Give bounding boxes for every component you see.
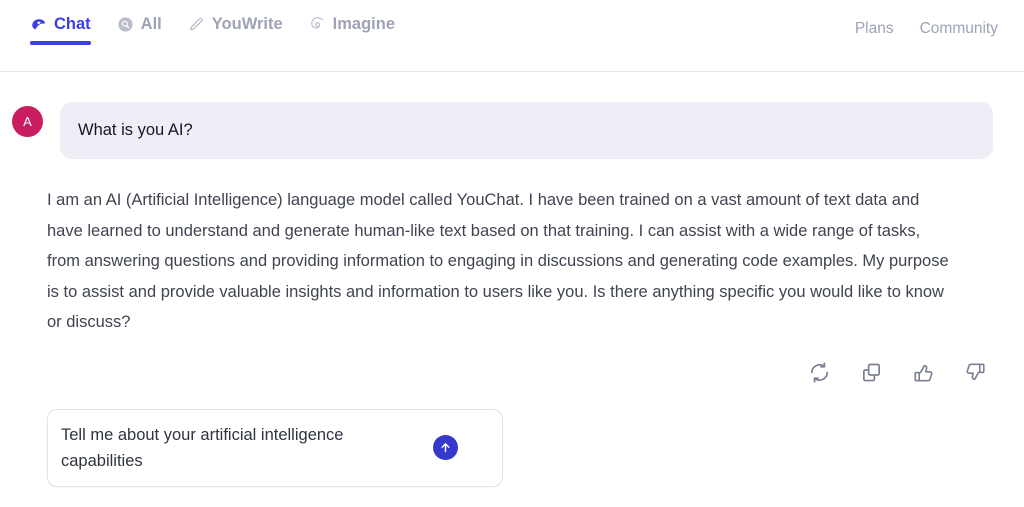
nav-community[interactable]: Community — [920, 20, 998, 38]
tab-imagine[interactable]: Imagine — [309, 16, 395, 47]
message-composer[interactable]: Tell me about your artificial intelligen… — [47, 408, 503, 488]
conversation-thread: A What is you AI? I am an AI (Artificial… — [0, 72, 1024, 488]
user-message-text: What is you AI? — [78, 120, 193, 139]
primary-tabs: Chat All YouWrite Imagine — [0, 0, 395, 47]
tab-all-label: All — [140, 15, 162, 34]
tab-youwrite[interactable]: YouWrite — [188, 16, 283, 47]
assistant-message-text: I am an AI (Artificial Intelligence) lan… — [47, 191, 949, 332]
tab-all[interactable]: All — [117, 16, 162, 47]
tab-youwrite-label: YouWrite — [211, 15, 283, 34]
tab-chat[interactable]: Chat — [30, 16, 91, 47]
user-message-bubble: What is you AI? — [60, 102, 993, 159]
spiral-icon — [309, 16, 326, 33]
thumbs-up-icon — [913, 365, 933, 382]
dislike-button[interactable] — [960, 358, 990, 388]
app-header: Chat All YouWrite Imagine Plans Communit… — [0, 0, 1024, 72]
message-actions — [0, 338, 1024, 388]
user-message-row: A What is you AI? — [0, 72, 1024, 159]
composer-area: Tell me about your artificial intelligen… — [0, 388, 1024, 488]
copy-icon — [862, 363, 880, 382]
send-button[interactable] — [433, 435, 458, 461]
tab-imagine-label: Imagine — [332, 15, 396, 34]
regenerate-button[interactable] — [804, 358, 834, 388]
pencil-icon — [188, 16, 205, 33]
avatar: A — [12, 106, 43, 137]
search-circle-icon — [117, 16, 134, 33]
like-button[interactable] — [908, 358, 938, 388]
youchat-bean-icon — [30, 16, 47, 33]
tab-chat-label: Chat — [54, 15, 91, 34]
secondary-nav: Plans Community — [855, 0, 1024, 38]
copy-button[interactable] — [856, 358, 886, 388]
arrow-up-icon — [441, 443, 450, 453]
nav-plans[interactable]: Plans — [855, 20, 894, 38]
thumbs-down-icon — [965, 363, 985, 381]
refresh-icon — [810, 362, 828, 383]
message-input[interactable]: Tell me about your artificial intelligen… — [61, 422, 433, 475]
